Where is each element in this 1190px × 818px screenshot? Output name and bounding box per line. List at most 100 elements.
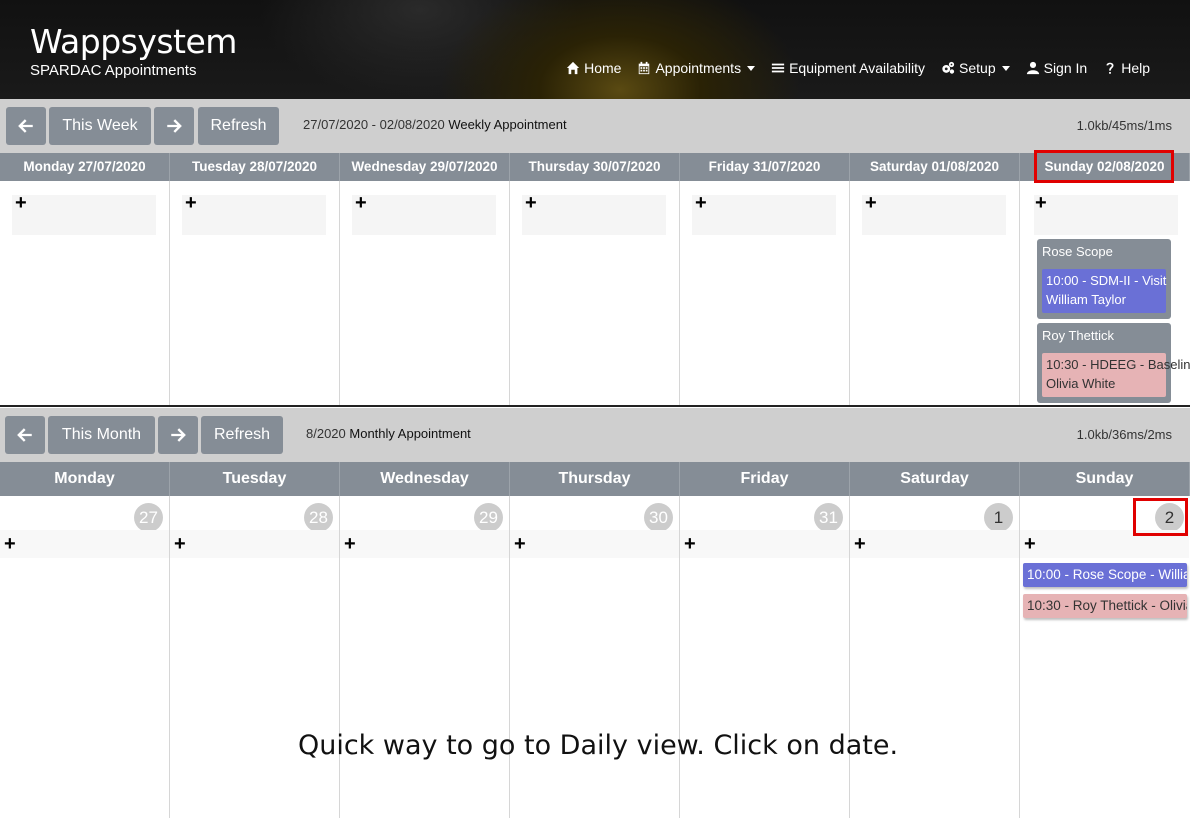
appointment-time-type: 10:00 - SDM-II - Visit bbox=[1046, 273, 1167, 288]
week-prev-button[interactable] bbox=[6, 107, 46, 145]
week-day-header[interactable]: Saturday 01/08/2020 bbox=[850, 153, 1020, 181]
nav-home[interactable]: Home bbox=[566, 60, 621, 76]
brand-subtitle: SPARDAC Appointments bbox=[30, 62, 197, 79]
nav-appointments[interactable]: Appointments bbox=[637, 60, 756, 76]
week-next-button[interactable] bbox=[154, 107, 194, 145]
month-day-cell: 27 + bbox=[0, 496, 170, 818]
month-day-cell: 1 + bbox=[850, 496, 1020, 818]
week-toolbar: This Week Refresh 27/07/2020 - 02/08/202… bbox=[0, 99, 1190, 153]
month-day-header: Sunday bbox=[1020, 462, 1190, 496]
chevron-down-icon bbox=[1001, 65, 1010, 71]
add-appointment-button[interactable]: + bbox=[185, 193, 197, 213]
add-slot[interactable] bbox=[0, 530, 169, 558]
add-slot[interactable] bbox=[850, 530, 1019, 558]
add-appointment-button[interactable]: + bbox=[695, 193, 707, 213]
add-appointment-button[interactable]: + bbox=[684, 534, 696, 554]
add-appointment-button[interactable]: + bbox=[865, 193, 877, 213]
month-day-header: Thursday bbox=[510, 462, 680, 496]
week-day-header[interactable]: Monday 27/07/2020 bbox=[0, 153, 170, 181]
main-nav: Home Appointments Equipment Availability… bbox=[566, 60, 1150, 76]
add-slot[interactable] bbox=[352, 195, 496, 235]
nav-setup-label: Setup bbox=[959, 60, 996, 76]
appointment-detail[interactable]: 10:00 - SDM-II - Visit William Taylor bbox=[1042, 269, 1166, 313]
add-slot[interactable] bbox=[510, 530, 679, 558]
nav-help-label: Help bbox=[1121, 60, 1150, 76]
app-header: Wappsystem SPARDAC Appointments Home App… bbox=[0, 0, 1190, 99]
add-appointment-button[interactable]: + bbox=[1024, 534, 1036, 554]
month-day-header: Monday bbox=[0, 462, 170, 496]
add-appointment-button[interactable]: + bbox=[344, 534, 356, 554]
nav-sign-in[interactable]: Sign In bbox=[1026, 60, 1088, 76]
appointment-card[interactable]: Roy Thettick 10:30 - HDEEG - Baseline Ol… bbox=[1037, 323, 1190, 403]
week-day-header[interactable]: Friday 31/07/2020 bbox=[680, 153, 850, 181]
add-appointment-button[interactable]: + bbox=[355, 193, 367, 213]
month-day-header: Tuesday bbox=[170, 462, 340, 496]
this-week-button[interactable]: This Week bbox=[49, 107, 151, 145]
add-slot[interactable] bbox=[12, 195, 156, 235]
month-prev-button[interactable] bbox=[5, 416, 45, 454]
question-icon bbox=[1106, 62, 1114, 74]
week-refresh-button[interactable]: Refresh bbox=[198, 107, 279, 145]
appointment-time-type: 10:30 - HDEEG - Baseline bbox=[1046, 357, 1190, 372]
week-range-dates: 27/07/2020 - 02/08/2020 bbox=[303, 117, 445, 132]
add-appointment-button[interactable]: + bbox=[15, 193, 27, 213]
add-appointment-button[interactable]: + bbox=[525, 193, 537, 213]
add-slot[interactable] bbox=[170, 530, 339, 558]
date-link[interactable]: 27 bbox=[134, 503, 163, 532]
month-next-button[interactable] bbox=[158, 416, 198, 454]
week-day-column-sunday: + Rose Scope 10:00 - SDM-II - Visit Will… bbox=[1020, 181, 1190, 405]
month-grid: 27 + 28 + 29 + 30 + 31 + 1 + 2 + 10:00 -… bbox=[0, 496, 1190, 818]
month-timing: 1.0kb/36ms/2ms bbox=[1076, 427, 1172, 442]
month-day-cell: 29 + bbox=[340, 496, 510, 818]
add-appointment-button[interactable]: + bbox=[174, 534, 186, 554]
tutorial-caption: Quick way to go to Daily view. Click on … bbox=[297, 730, 899, 761]
add-slot[interactable] bbox=[862, 195, 1006, 235]
add-slot[interactable] bbox=[340, 530, 509, 558]
appointment-detail[interactable]: 10:30 - HDEEG - Baseline Olivia White bbox=[1042, 353, 1190, 397]
add-slot[interactable] bbox=[522, 195, 666, 235]
add-slot[interactable] bbox=[182, 195, 326, 235]
nav-equipment-availability[interactable]: Equipment Availability bbox=[771, 60, 925, 76]
add-appointment-button[interactable]: + bbox=[854, 534, 866, 554]
add-slot[interactable] bbox=[1034, 195, 1178, 235]
highlight-date-2 bbox=[1133, 498, 1188, 536]
user-icon bbox=[1026, 61, 1039, 75]
week-timing: 1.0kb/45ms/1ms bbox=[1076, 118, 1172, 133]
nav-setup[interactable]: Setup bbox=[941, 60, 1010, 76]
highlight-sunday-header bbox=[1034, 150, 1174, 183]
date-link[interactable]: 29 bbox=[474, 503, 503, 532]
month-day-headers: Monday Tuesday Wednesday Thursday Friday… bbox=[0, 462, 1190, 496]
add-appointment-button[interactable]: + bbox=[514, 534, 526, 554]
add-appointment-button[interactable]: + bbox=[1035, 193, 1047, 213]
nav-help[interactable]: Help bbox=[1103, 60, 1150, 76]
week-view-name: Weekly Appointment bbox=[448, 117, 567, 132]
nav-home-label: Home bbox=[584, 60, 622, 76]
month-refresh-button[interactable]: Refresh bbox=[201, 416, 283, 454]
add-slot[interactable] bbox=[692, 195, 836, 235]
week-day-column: + bbox=[0, 181, 170, 405]
week-day-column: + bbox=[170, 181, 340, 405]
week-day-header[interactable]: Thursday 30/07/2020 bbox=[510, 153, 680, 181]
add-slot[interactable] bbox=[680, 530, 849, 558]
month-appointment[interactable]: 10:30 - Roy Thettick - Olivia White bbox=[1023, 594, 1187, 618]
appointment-person: William Taylor bbox=[1046, 292, 1126, 307]
date-link[interactable]: 1 bbox=[984, 503, 1013, 532]
chevron-down-icon bbox=[747, 65, 756, 71]
appointment-card[interactable]: Rose Scope 10:00 - SDM-II - Visit Willia… bbox=[1037, 239, 1171, 319]
brand-title[interactable]: Wappsystem bbox=[30, 22, 237, 61]
week-day-header[interactable]: Tuesday 28/07/2020 bbox=[170, 153, 340, 181]
appointment-person: Olivia White bbox=[1046, 376, 1116, 391]
this-month-button[interactable]: This Month bbox=[48, 416, 155, 454]
week-grid: + + + + + + + Rose Scope 10:00 - SDM-II … bbox=[0, 181, 1190, 407]
week-day-header[interactable]: Wednesday 29/07/2020 bbox=[340, 153, 510, 181]
nav-sign-in-label: Sign In bbox=[1043, 60, 1088, 76]
date-link[interactable]: 28 bbox=[304, 503, 333, 532]
month-range: 8/2020 Monthly Appointment bbox=[306, 426, 471, 441]
date-link[interactable]: 31 bbox=[814, 503, 843, 532]
month-appointment[interactable]: 10:00 - Rose Scope - William Taylor bbox=[1023, 563, 1187, 587]
month-day-cell: 30 + bbox=[510, 496, 680, 818]
date-link[interactable]: 30 bbox=[644, 503, 673, 532]
add-appointment-button[interactable]: + bbox=[4, 534, 16, 554]
week-day-column: + bbox=[510, 181, 680, 405]
appointment-equipment: Rose Scope bbox=[1042, 244, 1113, 259]
